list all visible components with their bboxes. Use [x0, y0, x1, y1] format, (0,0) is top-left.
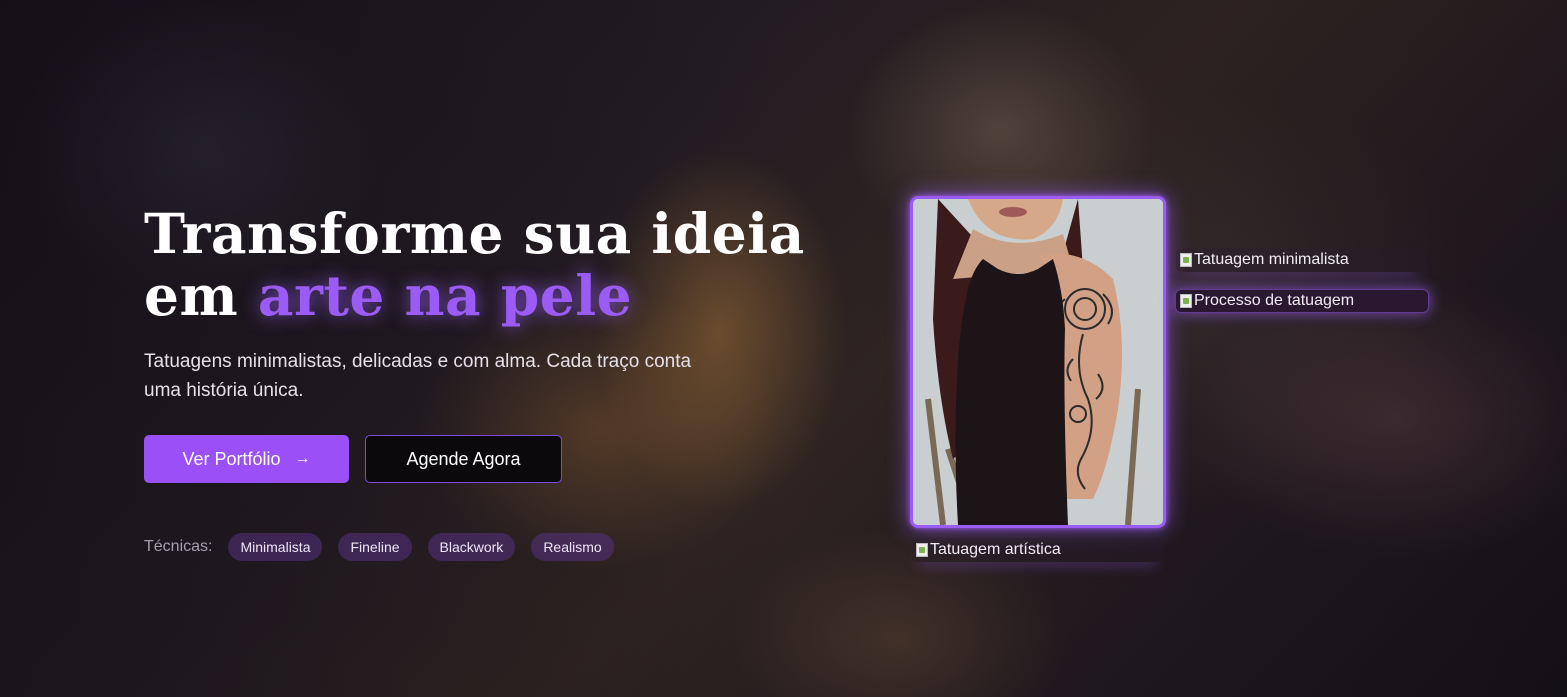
- schedule-button-label: Agende Agora: [406, 448, 521, 469]
- broken-image-icon: [1180, 294, 1192, 308]
- hero-title-accent: arte na pele: [257, 263, 633, 328]
- technique-tag: Minimalista: [228, 533, 323, 561]
- image-alt-text: Processo de tatuagem: [1194, 292, 1355, 309]
- hero-title: Transforme sua ideia em arte na pele: [144, 203, 805, 327]
- image-processo-de-tatuagem: Processo de tatuagem: [1175, 289, 1429, 313]
- technique-tag: Realismo: [531, 533, 614, 561]
- portfolio-button-label: Ver Portfólio: [182, 448, 281, 469]
- broken-image-icon: [1180, 253, 1192, 267]
- portfolio-button[interactable]: Ver Portfólio →: [144, 435, 349, 483]
- image-tatuagem-minimalista: Tatuagem minimalista: [1176, 248, 1426, 272]
- broken-image-icon: [916, 543, 928, 557]
- image-tatuagem-artistica: Tatuagem artística: [912, 538, 1164, 562]
- hero-subtitle: Tatuagens minimalistas, delicadas e com …: [144, 351, 692, 401]
- hero-title-line1: Transforme sua ideia: [144, 201, 805, 266]
- techniques-list: Técnicas: Minimalista Fineline Blackwork…: [144, 533, 614, 561]
- technique-tag: Blackwork: [427, 533, 516, 561]
- techniques-label: Técnicas:: [144, 538, 213, 555]
- technique-tag: Fineline: [338, 533, 412, 561]
- tattoo-arm-photo: [910, 196, 1166, 528]
- schedule-button[interactable]: Agende Agora: [365, 435, 562, 483]
- tattoo-photo-illustration: [913, 199, 1163, 525]
- image-alt-text: Tatuagem minimalista: [1194, 251, 1349, 268]
- arrow-right-icon: →: [294, 450, 311, 467]
- hero-title-line2-prefix: em: [144, 263, 258, 328]
- image-alt-text: Tatuagem artística: [930, 541, 1061, 558]
